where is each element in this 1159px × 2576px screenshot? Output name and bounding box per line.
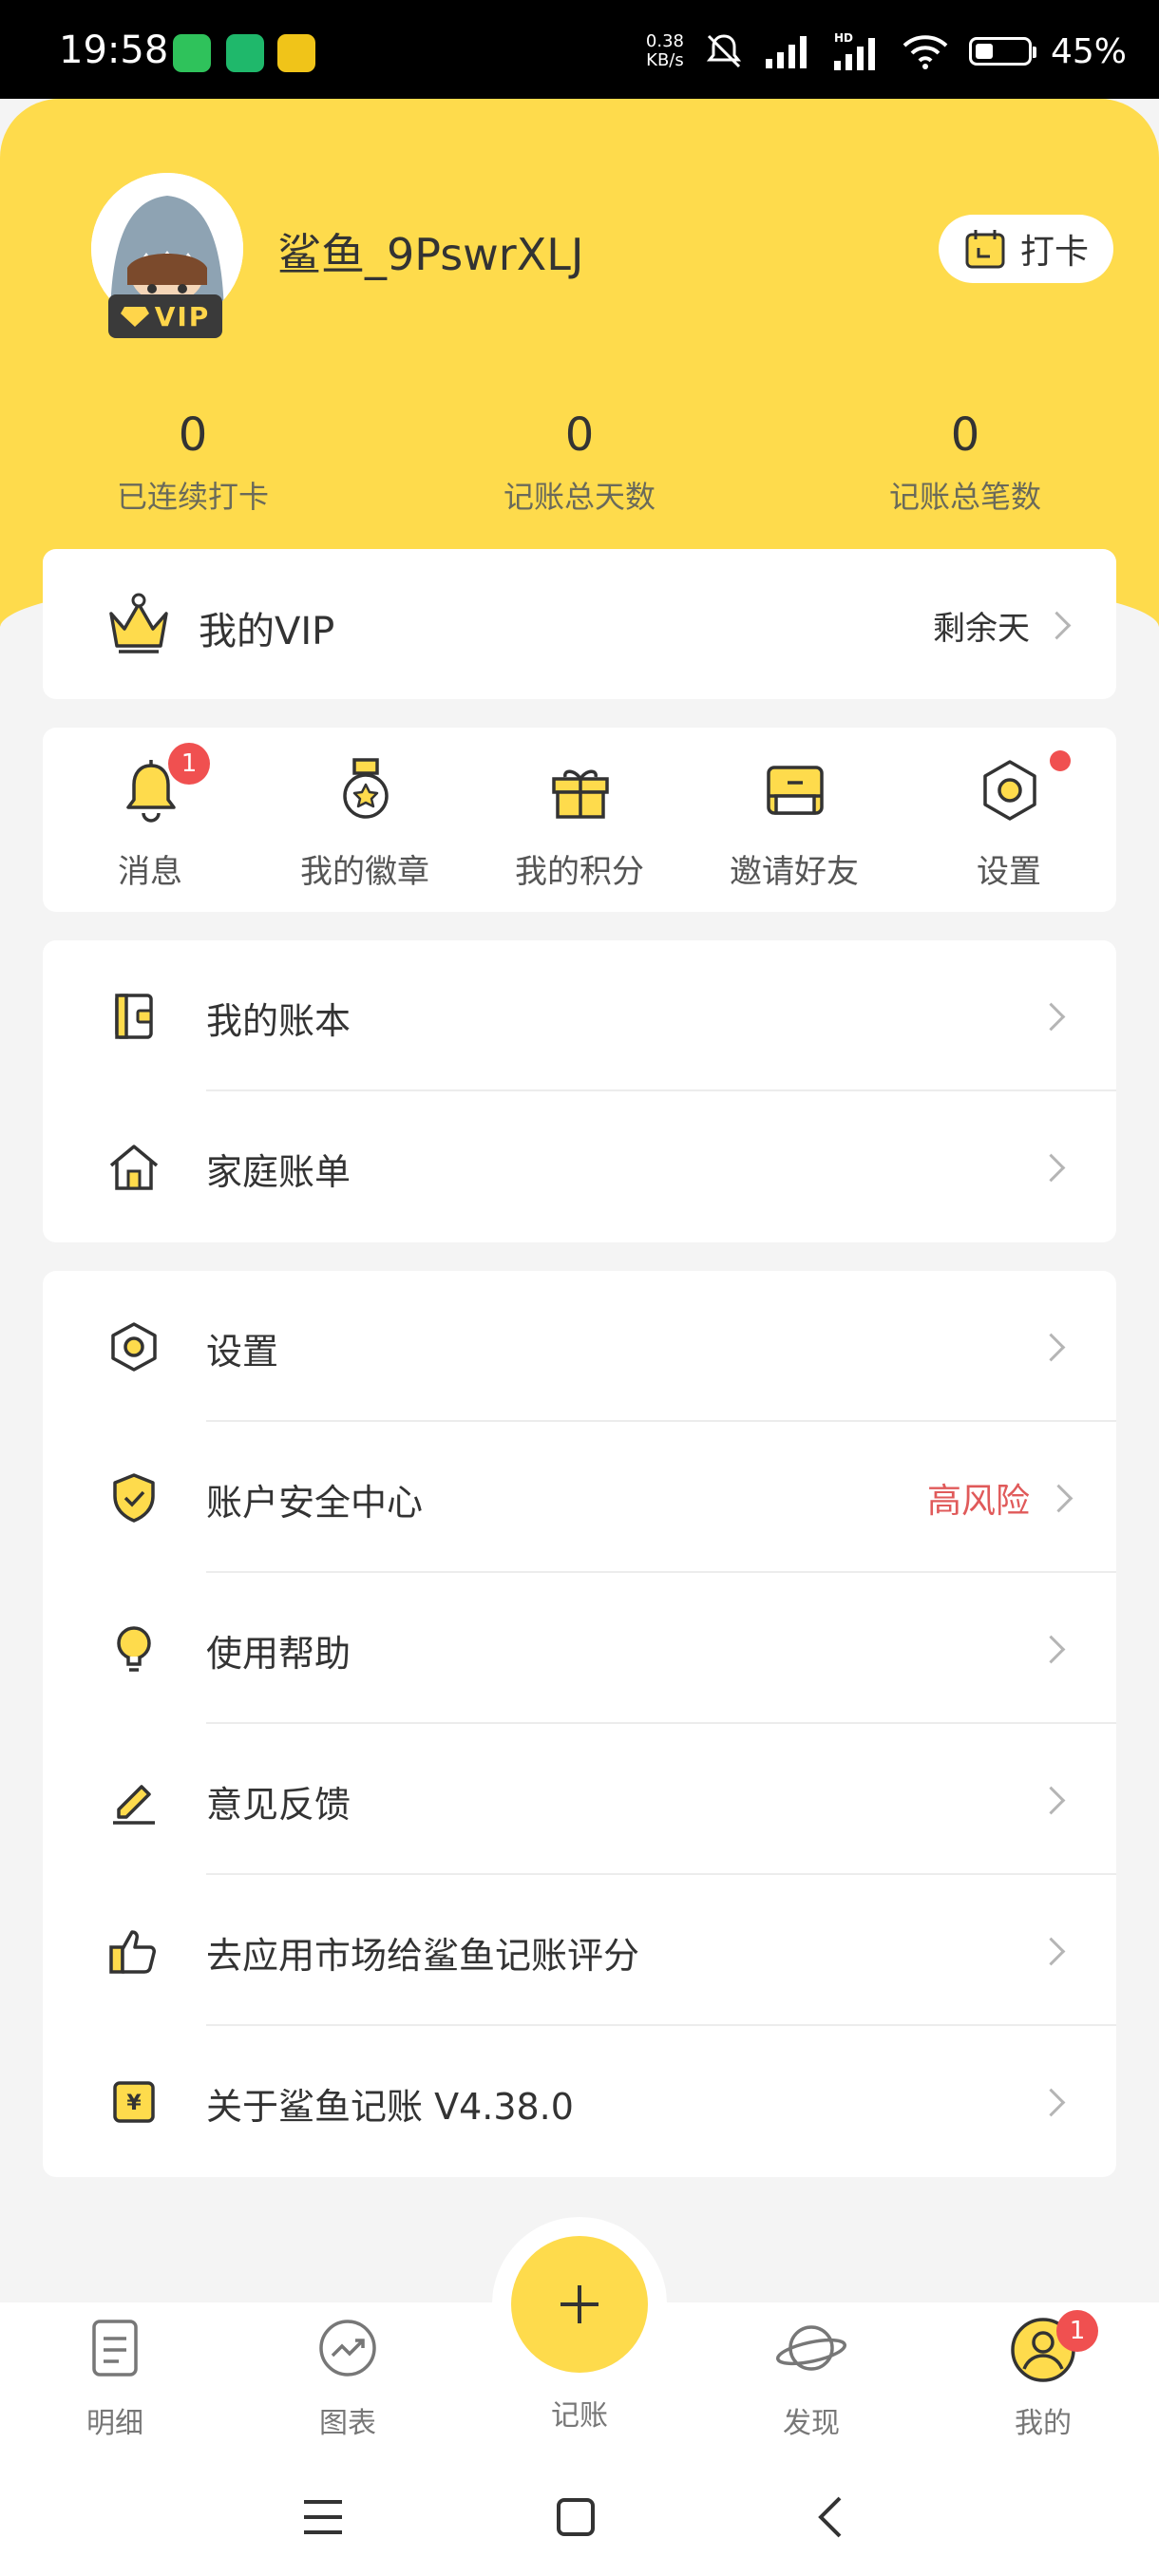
signal-icon xyxy=(765,36,807,68)
quick-actions: 1 消息 我的徽章 我的积分 邀请好友 设置 xyxy=(43,728,1116,912)
svg-text:¥: ¥ xyxy=(126,2092,142,2115)
add-record-button[interactable] xyxy=(511,2236,648,2373)
chevron-right-icon xyxy=(1036,1153,1066,1183)
username[interactable]: 鲨鱼_9PswrXLJ xyxy=(277,220,583,283)
settings-dot xyxy=(1050,750,1071,771)
menu-item-my-books[interactable]: 我的账本 xyxy=(43,940,1116,1091)
battery-percent: 45% xyxy=(1050,31,1127,71)
wifi-icon xyxy=(902,35,948,69)
status-bar: 19:58 0.38 KB/s HD 45% xyxy=(0,0,1159,99)
quick-invite[interactable]: 邀请好友 xyxy=(687,728,902,912)
battery-icon xyxy=(968,37,1036,66)
mute-icon xyxy=(706,34,742,68)
back-icon[interactable] xyxy=(813,2494,847,2540)
menu-item-help[interactable]: 使用帮助 xyxy=(43,1573,1116,1724)
quick-badges[interactable]: 我的徽章 xyxy=(257,728,472,912)
browser-icon xyxy=(226,34,264,72)
menu-item-settings[interactable]: 设置 xyxy=(43,1271,1116,1422)
menu-item-feedback[interactable]: 意见反馈 xyxy=(43,1724,1116,1875)
vip-title: 我的VIP xyxy=(199,610,335,653)
chevron-right-icon xyxy=(1036,1635,1066,1664)
stat-streak[interactable]: 0 已连续打卡 xyxy=(50,407,335,517)
vip-remaining: 剩余天 xyxy=(933,602,1072,649)
nav-discover[interactable]: 发现 xyxy=(735,2312,887,2441)
chevron-right-icon xyxy=(1036,1937,1066,1966)
chevron-right-icon xyxy=(1042,611,1072,640)
menu-icon[interactable] xyxy=(300,2496,346,2538)
svg-text:HD: HD xyxy=(834,31,853,45)
list-icon xyxy=(92,2320,138,2377)
chevron-right-icon xyxy=(1044,1484,1074,1512)
checkin-button[interactable]: 打卡 xyxy=(939,215,1113,283)
medal-icon xyxy=(343,758,389,819)
game-icon xyxy=(277,34,315,72)
quick-settings[interactable]: 设置 xyxy=(902,728,1116,912)
risk-label: 高风险 xyxy=(926,1482,1030,1521)
chevron-right-icon xyxy=(1036,1786,1066,1815)
home-icon[interactable] xyxy=(555,2496,597,2538)
system-nav-bar xyxy=(0,2464,1159,2576)
mine-badge: 1 xyxy=(1056,2310,1098,2352)
status-right: 0.38 KB/s HD 45% xyxy=(646,25,1127,78)
thumbs-up-icon xyxy=(109,1930,156,1974)
lightbulb-icon xyxy=(117,1626,151,1672)
chevron-right-icon xyxy=(1036,1333,1066,1362)
wallet-icon xyxy=(115,994,153,1039)
messages-icon xyxy=(173,34,211,72)
chevron-right-icon xyxy=(1036,2088,1066,2117)
menu-item-about[interactable]: ¥ 关于鲨鱼记账 V4.38.0 xyxy=(43,2026,1116,2177)
stat-days[interactable]: 0 记账总天数 xyxy=(437,407,722,517)
menu-item-family-bill[interactable]: 家庭账单 xyxy=(43,1091,1116,1242)
message-badge: 1 xyxy=(168,743,210,785)
chart-icon xyxy=(319,2320,376,2377)
vip-badge: VIP xyxy=(108,294,222,338)
gift-icon xyxy=(552,769,609,819)
add-record-label: 记账 xyxy=(551,2399,608,2433)
yuan-icon: ¥ xyxy=(113,2081,155,2123)
settings-icon xyxy=(111,1322,157,1372)
stat-entries[interactable]: 0 记账总笔数 xyxy=(823,407,1108,517)
quick-messages[interactable]: 1 消息 xyxy=(43,728,257,912)
signal-hd-icon: HD xyxy=(833,31,875,70)
menu-group-books: 我的账本 家庭账单 xyxy=(43,940,1116,1242)
settings-icon xyxy=(983,760,1036,821)
chevron-right-icon xyxy=(1036,1002,1066,1032)
nav-mine[interactable]: 1 我的 xyxy=(967,2310,1119,2441)
net-speed: 0.38 KB/s xyxy=(645,31,684,70)
menu-item-security[interactable]: 账户安全中心 高风险 xyxy=(43,1422,1116,1573)
calendar-icon xyxy=(965,230,1005,269)
shield-icon xyxy=(113,1473,155,1523)
nav-detail[interactable]: 明细 xyxy=(39,2312,191,2441)
planet-icon xyxy=(775,2325,847,2371)
envelope-icon xyxy=(767,766,824,815)
crown-icon xyxy=(109,593,168,653)
vip-card[interactable]: 我的VIP 剩余天 xyxy=(43,549,1116,699)
edit-icon xyxy=(113,1785,155,1825)
nav-charts[interactable]: 图表 xyxy=(272,2312,424,2441)
menu-group-settings: 设置 账户安全中心 高风险 使用帮助 意见反馈 去应用市场给鲨鱼记账评分 ¥ 关… xyxy=(43,1271,1116,2177)
diamond-icon xyxy=(120,307,149,327)
menu-item-rate[interactable]: 去应用市场给鲨鱼记账评分 xyxy=(43,1875,1116,2026)
security-status: 高风险 xyxy=(926,1473,1074,1523)
plus-icon xyxy=(560,2285,598,2323)
quick-points[interactable]: 我的积分 xyxy=(472,728,687,912)
status-time: 19:58 xyxy=(59,28,169,72)
house-icon xyxy=(109,1145,159,1190)
